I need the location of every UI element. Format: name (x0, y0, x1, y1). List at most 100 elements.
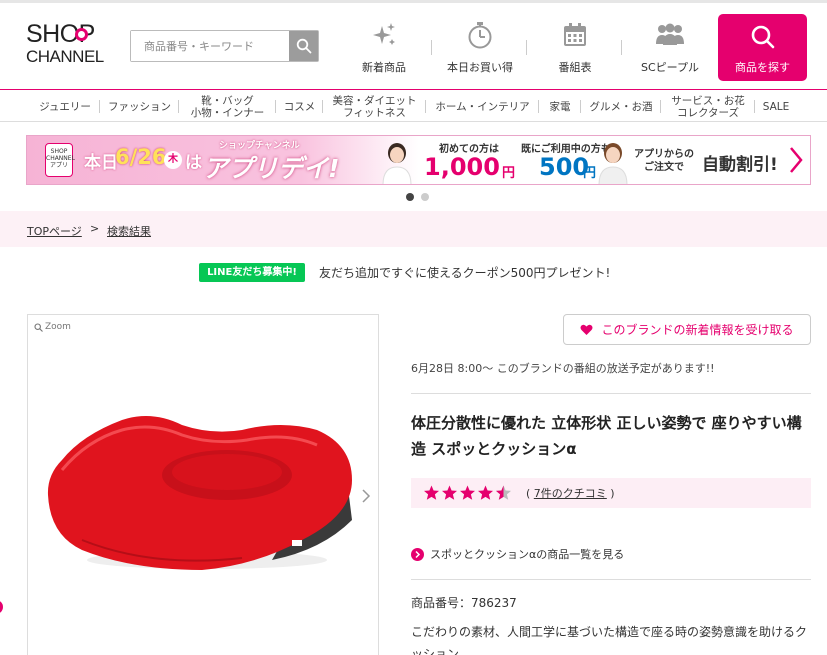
category-label: 家電 (549, 100, 571, 113)
logo-line1: SHOP (26, 20, 95, 48)
star-icon (442, 485, 457, 500)
category-sale[interactable]: SALE (755, 90, 797, 123)
app-icon: SHOP CHANNEL アプリ (45, 143, 75, 177)
category-cosmetics[interactable]: コスメ (276, 90, 323, 123)
heart-icon (580, 324, 593, 335)
search-icon (751, 25, 774, 49)
side-tab[interactable] (0, 600, 3, 614)
follow-brand-label: このブランドの新着情報を受け取る (601, 323, 794, 337)
sparkle-icon (373, 23, 395, 45)
app-day-banner[interactable]: SHOP CHANNEL アプリ 本日 6/26 木 は ショップチャンネル ア… (26, 135, 811, 185)
calendar-icon (564, 23, 586, 46)
category-appliances[interactable]: 家電 (539, 90, 581, 123)
nav-divider (526, 40, 527, 55)
category-label: グルメ・お酒 (589, 100, 653, 113)
carousel-dots (406, 193, 429, 201)
product-description: こだわりの素材、人間工学に基づいた構造で座る時の姿勢意識を助けるクッション。 (411, 625, 808, 655)
app-icon-line1: SHOP (50, 148, 68, 155)
line-promo-text[interactable]: 友だち追加ですぐに使えるクーポン500円プレゼント! (319, 264, 610, 281)
category-label: コスメ (283, 100, 316, 113)
presenter-image (598, 143, 628, 184)
breadcrumb-top[interactable]: TOPページ (27, 223, 82, 239)
search-input[interactable] (131, 31, 290, 61)
category-label: ファッション (108, 100, 171, 113)
first-time-value: 1,000 (424, 153, 500, 181)
auto-discount: 自動割引! (702, 155, 778, 175)
product-title: 体圧分散性に優れた 立体形状 正しい姿勢で 座りやすい構造 スポッとクッションα (411, 414, 802, 458)
category-fashion[interactable]: ファッション (100, 90, 179, 123)
shop-channel-logo[interactable]: SHOP CHANNEL (26, 22, 110, 68)
category-jewelry[interactable]: ジュエリー (30, 90, 100, 123)
presenter-image (382, 143, 412, 184)
existing-user-value: 500 (539, 153, 590, 181)
brand-list-label: スポッとクッションαの商品一覧を見る (430, 548, 625, 561)
search-button[interactable] (289, 31, 318, 61)
find-products-button[interactable]: 商品を探す (718, 14, 807, 81)
category-label: 美容・ダイエット フィットネス (332, 94, 417, 119)
carousel-dot[interactable] (421, 193, 429, 201)
chevron-circle-icon (411, 547, 424, 561)
find-products-label: 商品を探す (735, 61, 790, 74)
app-icon-line2: CHANNEL (46, 155, 75, 162)
app-order-label: アプリからの ご注文で (634, 149, 694, 173)
carousel-dot[interactable] (406, 193, 414, 201)
banner-weekday: 木 (164, 151, 182, 169)
nav-label: 新着商品 (362, 61, 406, 74)
category-label: サービス・お花 コレクターズ (671, 94, 745, 119)
logo-line2: CHANNEL (26, 47, 104, 66)
follow-brand-button[interactable]: このブランドの新着情報を受け取る (563, 314, 811, 345)
category-label: ホーム・インテリア (435, 100, 530, 113)
review-open-paren: ( (526, 487, 531, 500)
product-number: 商品番号：786237 (411, 596, 517, 610)
star-rating (423, 485, 512, 501)
breadcrumb: TOPページ > 検索結果 (0, 211, 827, 247)
banner-date: 6/26 (115, 145, 167, 169)
chevron-right-icon (790, 147, 803, 173)
first-time-yen: 円 (502, 166, 516, 181)
product-cushion-image (47, 416, 352, 570)
nav-label: 本日お買い得 (447, 61, 513, 74)
category-label: SALE (762, 100, 790, 113)
divider (411, 579, 811, 580)
star-icon (460, 485, 475, 500)
category-services[interactable]: サービス・お花 コレクターズ (661, 90, 755, 123)
banner-title: アプリデイ! (203, 154, 340, 183)
nav-new-items[interactable]: 新着商品 (339, 20, 429, 78)
brand-list-link[interactable]: スポッとクッションαの商品一覧を見る (411, 546, 624, 562)
banner-particle: は (185, 153, 202, 173)
banner-today: 本日 (84, 153, 118, 173)
category-shoes-bags[interactable]: 靴・バッグ 小物・インナー (179, 90, 276, 123)
app-icon-line3: アプリ (49, 162, 68, 169)
nav-label: 番組表 (558, 61, 592, 74)
logo-dot (75, 28, 88, 41)
nav-sc-people[interactable]: SCピープル (625, 20, 715, 78)
category-gourmet[interactable]: グルメ・お酒 (581, 90, 661, 123)
nav-divider (431, 40, 432, 55)
half-star-icon (496, 485, 511, 500)
search-icon (296, 38, 312, 54)
star-icon (424, 485, 439, 500)
category-home-interior[interactable]: ホーム・インテリア (426, 90, 539, 123)
zoom-control[interactable]: Zoom (34, 322, 71, 332)
product-image-panel[interactable]: Zoom (27, 314, 379, 655)
nav-divider (621, 40, 622, 55)
rating-bar: ( 7件のクチコミ ) (411, 478, 811, 508)
broadcast-info: 6月28日 8:00～ このブランドの番組の放送予定があります!! (411, 362, 715, 375)
nav-today-deals[interactable]: 本日お買い得 (435, 20, 525, 78)
breadcrumb-current[interactable]: 検索結果 (107, 223, 151, 239)
magnifier-icon (34, 322, 43, 332)
category-nav: ジュエリー ファッション 靴・バッグ 小物・インナー コスメ 美容・ダイエット … (0, 89, 827, 122)
category-beauty-diet[interactable]: 美容・ダイエット フィットネス (323, 90, 426, 123)
divider (411, 393, 811, 394)
review-close-paren: ) (610, 487, 615, 500)
search-box (130, 30, 319, 62)
review-count: ( 7件のクチコミ ) (526, 485, 615, 501)
zoom-label: Zoom (45, 322, 71, 332)
category-label: ジュエリー (39, 100, 91, 113)
review-link[interactable]: 7件のクチコミ (534, 487, 607, 500)
category-label: 靴・バッグ 小物・インナー (190, 94, 265, 119)
nav-program-guide[interactable]: 番組表 (530, 20, 620, 78)
chevron-right-icon[interactable] (361, 488, 371, 504)
nav-label: SCピープル (640, 61, 699, 74)
line-badge[interactable]: LINE友だち募集中! (199, 263, 305, 282)
